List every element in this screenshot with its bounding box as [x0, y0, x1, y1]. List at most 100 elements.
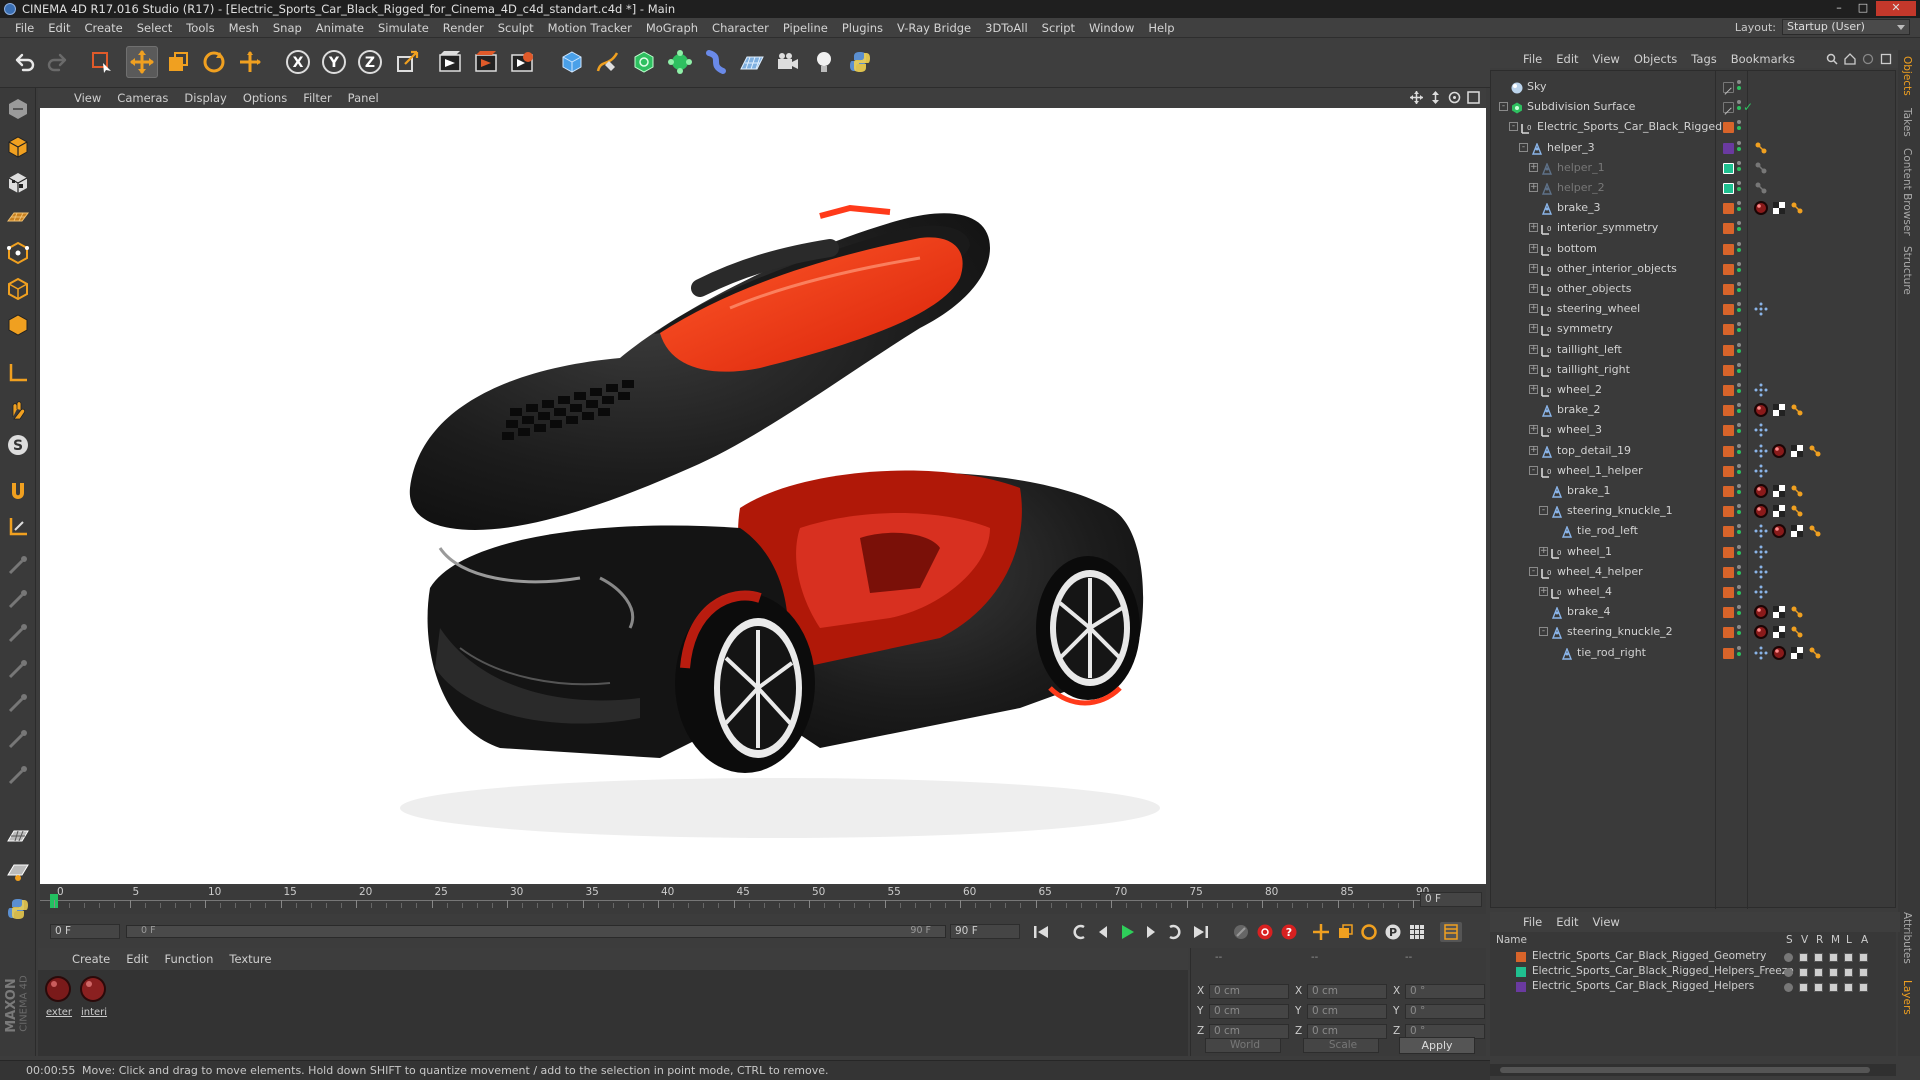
menu-mograph[interactable]: MoGraph — [639, 21, 705, 35]
material-menu-edit[interactable]: Edit — [118, 952, 156, 966]
object-expander-icon[interactable]: + — [1529, 364, 1538, 374]
solo-mode-icon[interactable]: S — [3, 430, 33, 460]
visibility-dots[interactable] — [1737, 463, 1741, 478]
layer-color-swatch[interactable] — [1723, 627, 1734, 639]
layer-color-swatch[interactable] — [1723, 284, 1734, 295]
layer-visible-icon[interactable] — [1799, 983, 1808, 992]
layer-color-swatch[interactable] — [1723, 223, 1734, 235]
menu-character[interactable]: Character — [705, 21, 776, 35]
ik-tag-icon[interactable] — [1789, 402, 1805, 418]
visibility-dots[interactable] — [1737, 282, 1741, 296]
object-row[interactable]: +0 taillight_left — [1491, 340, 1895, 360]
layer-animation-icon[interactable] — [1859, 968, 1868, 977]
apply-button[interactable]: Apply — [1399, 1037, 1475, 1054]
layer-color-swatch[interactable] — [1723, 122, 1734, 134]
uvw-tag-icon[interactable] — [1789, 645, 1805, 661]
3d-viewport[interactable] — [40, 108, 1486, 884]
lock-workplane-icon[interactable] — [3, 512, 33, 542]
object-expander-icon[interactable]: + — [1529, 223, 1538, 233]
layer-color-swatch[interactable] — [1723, 506, 1734, 518]
object-name[interactable]: brake_4 — [1567, 602, 1611, 622]
coord-mode-scale[interactable]: Scale — [1303, 1038, 1379, 1053]
layer-manager-icon[interactable] — [1829, 953, 1838, 962]
record-keys-icon[interactable] — [1254, 922, 1276, 942]
object-row[interactable]: brake_1 — [1491, 481, 1895, 501]
uvw-tag-icon[interactable] — [1771, 483, 1787, 499]
object-menu-objects[interactable]: Objects — [1627, 52, 1684, 66]
rotate-tool-icon[interactable] — [198, 46, 230, 78]
object-row[interactable]: - 0 Electric_Sports_Car_Black_Rigged — [1491, 117, 1895, 137]
layer-menu-edit[interactable]: Edit — [1549, 915, 1585, 929]
object-name[interactable]: tie_rod_left — [1577, 521, 1638, 541]
close-button[interactable]: ✕ — [1876, 1, 1916, 16]
object-menu-view[interactable]: View — [1586, 52, 1627, 66]
ik-tag-icon[interactable] — [1789, 483, 1805, 499]
layer-name[interactable]: Electric_Sports_Car_Black_Rigged_Helpers… — [1532, 965, 1794, 977]
object-name[interactable]: helper_3 — [1547, 138, 1595, 158]
visibility-dots[interactable] — [1737, 241, 1741, 256]
go-to-end-icon[interactable] — [1190, 922, 1212, 942]
object-expander-icon[interactable]: - — [1529, 465, 1538, 475]
visibility-dots[interactable] — [1737, 120, 1741, 134]
viewport-menu-panel[interactable]: Panel — [340, 91, 387, 105]
object-menu-edit[interactable]: Edit — [1549, 52, 1585, 66]
subdivision-surface-icon[interactable] — [628, 46, 660, 78]
render-picture-viewer-icon[interactable] — [470, 46, 502, 78]
layer-color-swatch[interactable] — [1723, 445, 1734, 457]
object-row[interactable]: - 0 wheel_4_helper — [1491, 562, 1895, 582]
viewport-move-icon[interactable] — [1410, 91, 1423, 104]
xpresso-tag-icon[interactable] — [1753, 544, 1769, 560]
object-row[interactable]: +0 bottom — [1491, 239, 1895, 259]
viewport-menu-display[interactable]: Display — [176, 91, 234, 105]
viewport-rotate-icon[interactable] — [1448, 91, 1461, 104]
visibility-dots[interactable] — [1737, 160, 1741, 175]
object-name[interactable]: Subdivision Surface — [1527, 97, 1635, 117]
object-expander-icon[interactable]: + — [1529, 425, 1538, 435]
layer-color-swatch[interactable] — [1723, 183, 1734, 194]
viewport-menu-options[interactable]: Options — [235, 91, 295, 105]
object-row[interactable]: +0 wheel_1 — [1491, 542, 1895, 562]
coord-value-field[interactable]: 0 cm — [1209, 1004, 1289, 1019]
object-filter-icon[interactable] — [1862, 53, 1874, 65]
edges-mode-icon[interactable] — [3, 274, 33, 304]
object-name[interactable]: Sky — [1527, 77, 1546, 97]
layer-animation-icon[interactable] — [1859, 983, 1868, 992]
coord-value-field[interactable]: 0 cm — [1209, 984, 1289, 999]
object-name[interactable]: other_interior_objects — [1557, 259, 1677, 279]
uvw-tag-icon[interactable] — [1771, 402, 1787, 418]
sculpt-brush-5-icon[interactable] — [3, 688, 33, 718]
autokey-icon[interactable]: ? — [1278, 922, 1300, 942]
object-name[interactable]: bottom — [1557, 239, 1597, 259]
object-name[interactable]: wheel_2 — [1557, 380, 1602, 400]
timeline-ruler[interactable]: 051015202530354045505560657075808590 0 F — [40, 886, 1486, 914]
uvw-tag-icon[interactable] — [1789, 523, 1805, 539]
maximize-button[interactable]: □ — [1852, 1, 1874, 16]
menu-script[interactable]: Script — [1035, 21, 1082, 35]
object-name[interactable]: wheel_4 — [1567, 582, 1612, 602]
object-row[interactable]: +0 wheel_3 — [1491, 420, 1895, 440]
last-tool-icon[interactable] — [234, 46, 266, 78]
ik-tag-icon[interactable] — [1789, 200, 1805, 216]
layer-render-icon[interactable] — [1814, 968, 1823, 977]
make-editable-icon[interactable] — [3, 94, 33, 124]
menu-create[interactable]: Create — [78, 21, 130, 35]
layer-solo-icon[interactable] — [1784, 953, 1793, 962]
uvw-tag-icon[interactable] — [1771, 503, 1787, 519]
menu-render[interactable]: Render — [436, 21, 491, 35]
grid-snap-icon[interactable] — [3, 820, 33, 850]
go-to-start-icon[interactable] — [1030, 922, 1052, 942]
ik-tag-icon[interactable] — [1753, 160, 1769, 176]
xpresso-tag-icon[interactable] — [1753, 564, 1769, 580]
layer-solo-icon[interactable] — [1784, 983, 1793, 992]
object-row[interactable]: +0 wheel_2 — [1491, 380, 1895, 400]
object-expander-icon[interactable]: - — [1519, 142, 1528, 152]
menu-sculpt[interactable]: Sculpt — [491, 21, 541, 35]
visibility-dots[interactable] — [1737, 181, 1741, 195]
coord-value-field[interactable]: 0 cm — [1307, 984, 1387, 999]
object-menu-file[interactable]: File — [1516, 52, 1549, 66]
layer-render-icon[interactable] — [1814, 953, 1823, 962]
object-expander-icon[interactable]: - — [1529, 566, 1538, 576]
scale-tool-icon[interactable] — [162, 46, 194, 78]
layer-color-swatch[interactable] — [1723, 304, 1734, 316]
visibility-dots[interactable] — [1737, 504, 1741, 518]
